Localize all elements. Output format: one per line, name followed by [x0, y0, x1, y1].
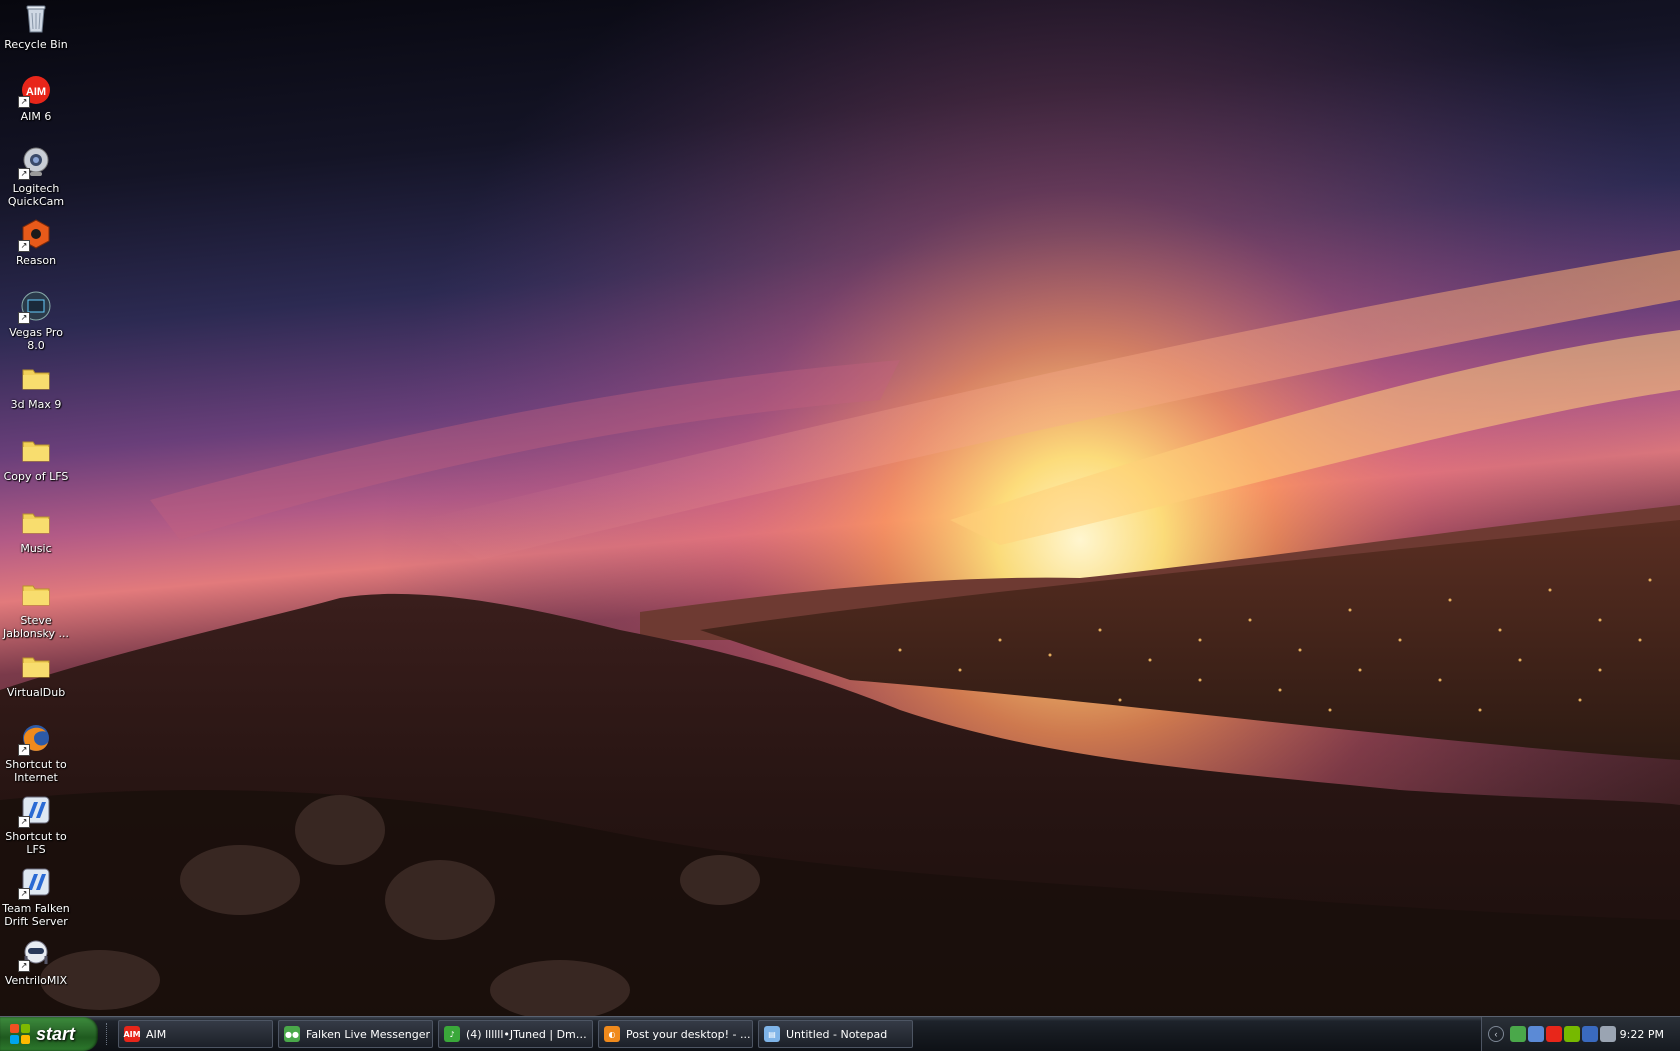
lfs-icon: ↗	[18, 866, 52, 900]
taskbar-button-label: Falken Live Messenger	[306, 1027, 431, 1041]
desktop-icon-shortcut-to-lfs[interactable]: ↗ Shortcut to LFS	[0, 794, 72, 856]
desktop-icon-label: Steve Jablonsky ...	[3, 614, 69, 640]
shortcut-arrow-icon: ↗	[18, 96, 30, 108]
desktop-icon-label: Logitech QuickCam	[7, 182, 65, 208]
aim-tray-icon[interactable]	[1546, 1026, 1562, 1042]
desktop-icon-label: Copy of LFS	[3, 470, 69, 483]
shortcut-arrow-icon: ↗	[18, 960, 30, 972]
desktop-icon-ventrilomix[interactable]: ↗ VentriloMIX	[0, 938, 72, 987]
chat-icon: ♪	[444, 1026, 460, 1042]
desktop-icon-label: Music	[20, 542, 52, 555]
taskbar-button-falken-live-messenger[interactable]: ●● Falken Live Messenger	[278, 1020, 433, 1048]
nvidia-icon[interactable]	[1564, 1026, 1580, 1042]
desktop-icon-copy-of-lfs[interactable]: Copy of LFS	[0, 434, 72, 483]
shortcut-arrow-icon: ↗	[18, 312, 30, 324]
clock[interactable]: 9:22 PM	[1620, 1028, 1664, 1041]
vegas-icon: ↗	[18, 290, 52, 324]
taskbar-button-label: Post your desktop! - ...	[626, 1027, 751, 1041]
folder-icon	[20, 362, 52, 394]
security-icon[interactable]	[1582, 1026, 1598, 1042]
network-icon[interactable]	[1528, 1026, 1544, 1042]
start-button[interactable]: start	[0, 1017, 98, 1051]
shortcut-arrow-icon: ↗	[18, 240, 30, 252]
recycle-bin-icon	[20, 2, 52, 34]
shortcut-arrow-icon: ↗	[18, 888, 30, 900]
lfs-icon: ↗	[18, 794, 52, 828]
desktop-icon-label: Team Falken Drift Server	[2, 902, 70, 928]
desktop-icon-vegas-pro[interactable]: ↗ Vegas Pro 8.0	[0, 290, 72, 352]
desktop-icon-team-falken-drift-server[interactable]: ↗ Team Falken Drift Server	[0, 866, 72, 928]
desktop-icon-label: Shortcut to Internet	[5, 758, 67, 784]
desktop-icon-label: VentriloMIX	[4, 974, 68, 987]
ventrilo-icon: ↗	[18, 938, 52, 972]
desktop-icon-steve-jablonsky[interactable]: Steve Jablonsky ...	[0, 578, 72, 640]
system-tray: ‹ 9:22 PM	[1481, 1017, 1680, 1051]
folder-icon	[20, 434, 52, 466]
shortcut-arrow-icon: ↗	[18, 816, 30, 828]
desktop-icon-label: 3d Max 9	[10, 398, 62, 411]
webcam-icon: ↗	[18, 146, 52, 180]
desktop-icon-reason[interactable]: ↗ Reason	[0, 218, 72, 267]
desktop-icon-recycle-bin[interactable]: Recycle Bin	[0, 2, 72, 51]
start-label: start	[36, 1023, 76, 1044]
taskbar-button-label: (4) llllll•JTuned | Dma...	[466, 1027, 592, 1041]
desktop-icon-label: Reason	[15, 254, 57, 267]
desktop-icon-label: AIM 6	[20, 110, 52, 123]
shortcut-arrow-icon: ↗	[18, 168, 30, 180]
taskbar-button-firefox[interactable]: ◐ Post your desktop! - ...	[598, 1020, 753, 1048]
taskbar: start AIM AIM ●● Falken Live Messenger ♪…	[0, 1016, 1680, 1051]
folder-icon	[20, 578, 52, 610]
desktop-icon-aim[interactable]: AIM ↗ AIM 6	[0, 74, 72, 123]
messenger-icon: ●●	[284, 1026, 300, 1042]
windows-logo-icon	[10, 1024, 30, 1044]
desktop-icon-music[interactable]: Music	[0, 506, 72, 555]
volume-icon[interactable]	[1600, 1026, 1616, 1042]
desktop-icon-virtualdub[interactable]: VirtualDub	[0, 650, 72, 699]
desktop-icon-shortcut-to-internet[interactable]: ↗ Shortcut to Internet	[0, 722, 72, 784]
taskbar-button-chat[interactable]: ♪ (4) llllll•JTuned | Dma...	[438, 1020, 593, 1048]
desktop-icon-label: VirtualDub	[6, 686, 66, 699]
notepad-icon: ▤	[764, 1026, 780, 1042]
firefox-icon: ◐	[604, 1026, 620, 1042]
taskbar-button-notepad[interactable]: ▤ Untitled - Notepad	[758, 1020, 913, 1048]
taskbar-button-label: Untitled - Notepad	[786, 1027, 888, 1041]
desktop-icon-logitech-quickcam[interactable]: ↗ Logitech QuickCam	[0, 146, 72, 208]
desktop-icon-label: Vegas Pro 8.0	[9, 326, 63, 352]
aim-icon: AIM ↗	[18, 74, 52, 108]
desktop-icon-label: Recycle Bin	[4, 38, 68, 51]
desktop-icon-label: Shortcut to LFS	[5, 830, 67, 856]
show-hidden-icon[interactable]: ‹	[1488, 1026, 1504, 1042]
reason-icon: ↗	[18, 218, 52, 252]
folder-icon	[20, 506, 52, 538]
taskbar-grip[interactable]	[106, 1023, 110, 1045]
shortcut-arrow-icon: ↗	[18, 744, 30, 756]
taskbar-button-label: AIM	[146, 1027, 167, 1041]
firefox-icon: ↗	[18, 722, 52, 756]
desktop-icon-3d-max-9[interactable]: 3d Max 9	[0, 362, 72, 411]
aim-icon: AIM	[123, 1026, 141, 1042]
desktop-wallpaper	[0, 0, 1680, 1016]
taskbar-button-aim[interactable]: AIM AIM	[118, 1020, 273, 1048]
messenger-tray-icon[interactable]	[1510, 1026, 1526, 1042]
folder-icon	[20, 650, 52, 682]
